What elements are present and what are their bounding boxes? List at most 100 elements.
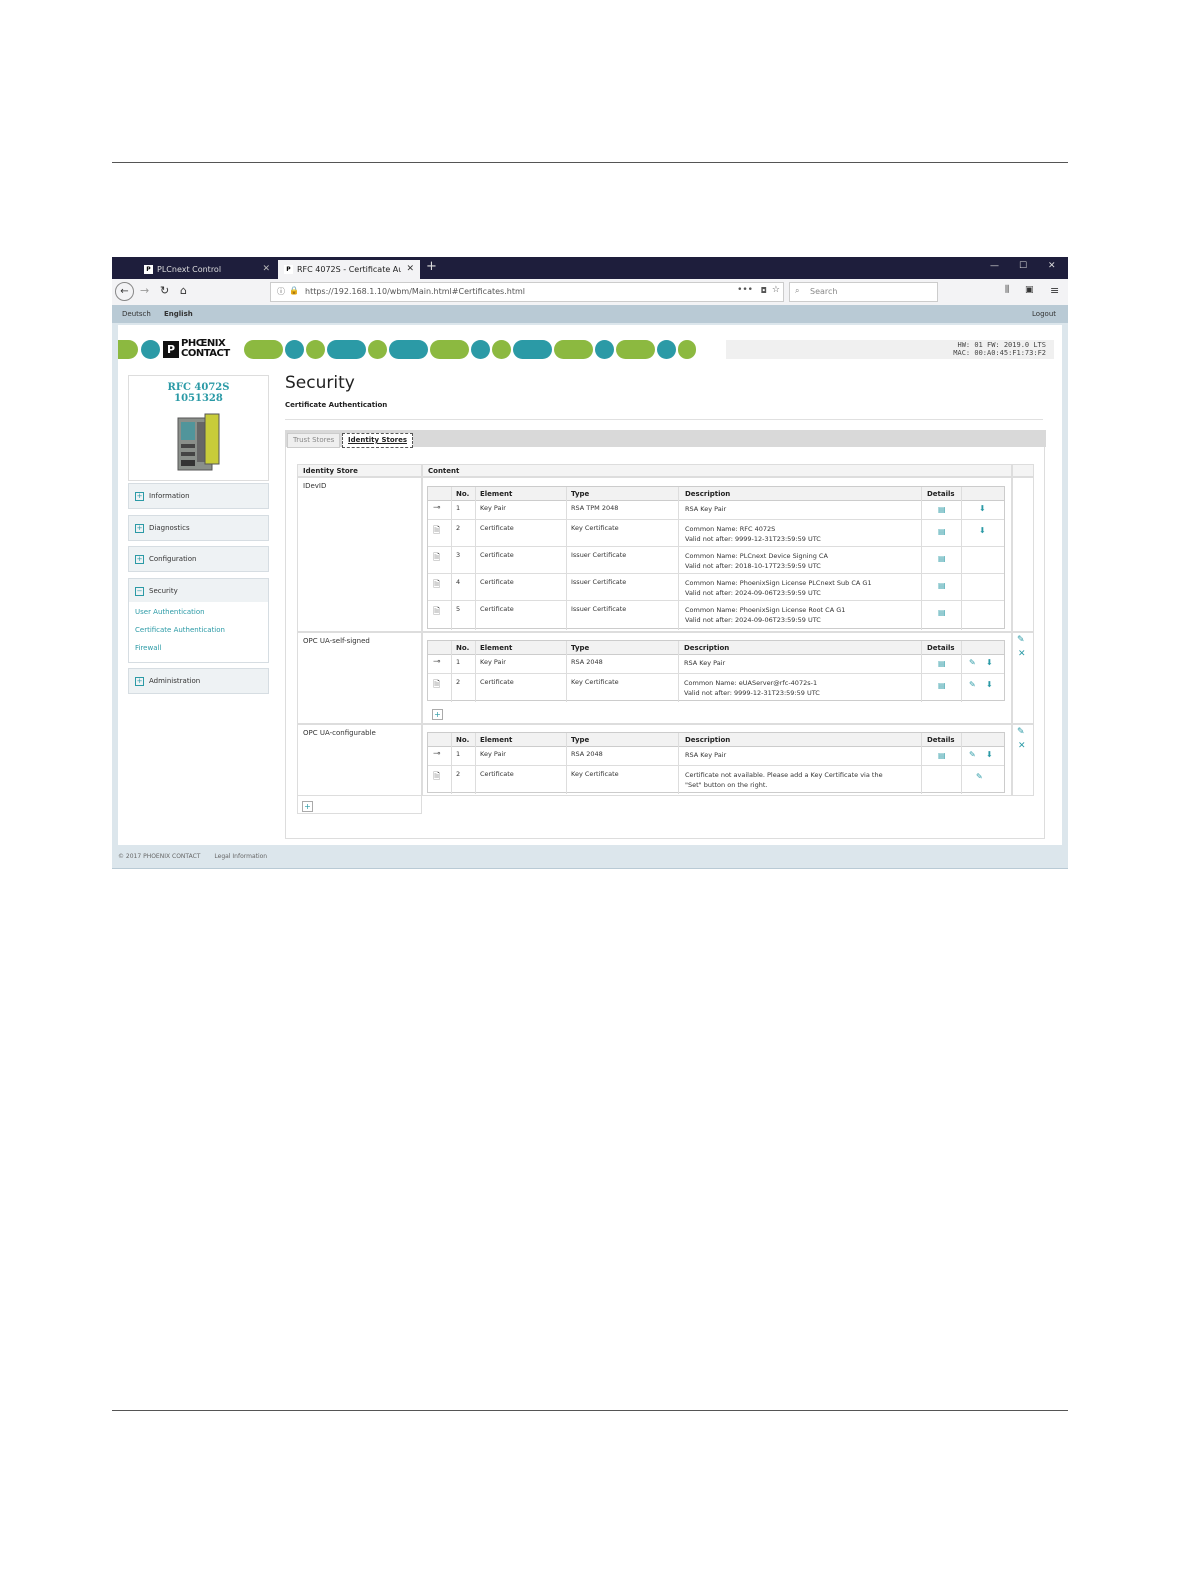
edit-icon[interactable]: ✎ (969, 658, 976, 667)
close-icon[interactable]: ✕ (262, 264, 270, 274)
back-arrow-icon[interactable]: ← (115, 282, 134, 301)
download-icon[interactable]: ⬇ (979, 504, 986, 513)
sidebar-item-information[interactable]: + Information (128, 483, 269, 509)
cell-type: RSA 2048 (571, 658, 603, 666)
cell-element: Certificate (480, 524, 514, 532)
desc-line-1: Common Name: PhoenixSign License Root CA… (685, 606, 846, 614)
details-icon[interactable]: ▤ (938, 608, 946, 617)
add-element-button[interactable]: + (432, 709, 443, 720)
top-rule (112, 162, 1068, 163)
brand-blob (368, 340, 387, 359)
sidebar-item-security[interactable]: − Security (128, 578, 269, 604)
expand-icon[interactable]: + (135, 555, 144, 564)
minimize-icon[interactable]: — (990, 261, 999, 271)
edit-icon[interactable]: ✎ (1017, 727, 1025, 737)
brand-blob (430, 340, 469, 359)
cell-type: Issuer Certificate (571, 605, 627, 613)
browser-tab-label: PLCnext Control (157, 265, 222, 274)
desc-line-1: RSA Key Pair (685, 751, 727, 759)
sidebar-item-diagnostics[interactable]: + Diagnostics (128, 515, 269, 541)
page-actions-icon[interactable]: ••• (737, 285, 753, 295)
home-icon[interactable]: ⌂ (180, 284, 187, 297)
collapse-icon[interactable]: − (135, 587, 144, 596)
pocket-icon[interactable]: ◘ (761, 286, 767, 295)
identity-store-header: Identity Store (297, 464, 422, 477)
details-icon[interactable]: ▤ (938, 681, 946, 690)
page-subtitle: Certificate Authentication (285, 401, 388, 409)
cell-type: RSA TPM 2048 (571, 504, 619, 512)
browser-tab-plcnext[interactable]: P PLCnext Control ✕ (136, 260, 276, 279)
store-name: IDevID (303, 482, 327, 490)
details-icon[interactable]: ▤ (938, 751, 946, 760)
details-icon[interactable]: ▤ (938, 527, 946, 536)
table-row: 🗎 5 Certificate Issuer Certificate Commo… (428, 601, 1004, 628)
hamburger-menu-icon[interactable]: ≡ (1050, 284, 1059, 297)
tab-identity-stores[interactable]: Identity Stores (342, 433, 414, 448)
close-icon[interactable]: ✕ (406, 264, 414, 274)
language-english[interactable]: English (164, 310, 193, 318)
details-icon[interactable]: ▤ (938, 505, 946, 514)
brand-blob (285, 340, 304, 359)
close-window-icon[interactable]: ✕ (1048, 261, 1056, 271)
logout-link[interactable]: Logout (1032, 310, 1056, 318)
library-icon[interactable]: ⫼ (1005, 285, 1009, 295)
favicon-icon: P (144, 265, 153, 274)
url-bar[interactable]: ⓘ 🔒 https://192.168.1.10/wbm/Main.html#C… (270, 282, 784, 302)
edit-icon[interactable]: ✎ (969, 750, 976, 759)
lock-icon[interactable]: 🔒 (289, 286, 299, 295)
delete-icon[interactable]: ✕ (1018, 649, 1026, 659)
copyright-text: © 2017 PHOENIX CONTACT (118, 853, 201, 860)
reload-icon[interactable]: ↻ (160, 284, 169, 297)
brand-blob (513, 340, 552, 359)
new-tab-icon[interactable]: + (426, 259, 437, 274)
expand-icon[interactable]: + (135, 524, 144, 533)
cell-element: Key Pair (480, 750, 506, 758)
desc-line-2: "Set" button on the right. (685, 781, 768, 789)
device-box: RFC 4072S 1051328 (128, 375, 269, 481)
edit-icon[interactable]: ✎ (1017, 635, 1025, 645)
cell-no: 3 (456, 551, 461, 559)
edit-icon[interactable]: ✎ (976, 772, 983, 781)
col-description: Description (684, 644, 730, 652)
submenu-firewall[interactable]: Firewall (135, 644, 161, 652)
submenu-certificate-authentication[interactable]: Certificate Authentication (135, 626, 225, 634)
download-icon[interactable]: ⬇ (979, 526, 986, 535)
info-icon[interactable]: ⓘ (277, 286, 285, 297)
maximize-icon[interactable]: ☐ (1019, 261, 1027, 271)
download-icon[interactable]: ⬇ (986, 750, 993, 759)
tab-trust-stores[interactable]: Trust Stores (287, 433, 341, 448)
language-deutsch[interactable]: Deutsch (122, 310, 151, 318)
col-description: Description (685, 736, 731, 744)
cell-description: RSA Key Pair (685, 750, 726, 760)
sidebar-item-administration[interactable]: + Administration (128, 668, 269, 694)
bookmark-star-icon[interactable]: ☆ (772, 285, 780, 295)
cell-no: 4 (456, 578, 461, 586)
edit-icon[interactable]: ✎ (969, 680, 976, 689)
download-icon[interactable]: ⬇ (986, 658, 993, 667)
store-name: OPC UA-self-signed (303, 637, 370, 645)
browser-window: P PLCnext Control ✕ P RFC 4072S - Certif… (112, 257, 1068, 869)
desc-line-2: Valid not after: 2024-09-06T23:59:59 UTC (685, 589, 821, 597)
content-header: Content (422, 464, 1012, 477)
store-table: No. Element Type Description Details ⊸ 1… (427, 732, 1005, 794)
sidebar-item-configuration[interactable]: + Configuration (128, 546, 269, 572)
submenu-user-authentication[interactable]: User Authentication (135, 608, 205, 616)
cell-no: 1 (456, 504, 461, 512)
details-icon[interactable]: ▤ (938, 581, 946, 590)
browser-tab-certificate[interactable]: P RFC 4072S - Certificate Authen ✕ (278, 260, 420, 279)
search-input[interactable]: ⌕ Search (789, 282, 938, 302)
expand-icon[interactable]: + (135, 677, 144, 686)
forward-arrow-icon[interactable]: → (140, 284, 149, 297)
table-row: 🗎 2 Certificate Key Certificate Common N… (428, 674, 1004, 701)
legal-information-link[interactable]: Legal Information (214, 853, 267, 860)
expand-icon[interactable]: + (135, 492, 144, 501)
desc-line-1: RSA Key Pair (685, 505, 727, 513)
url-text[interactable]: https://192.168.1.10/wbm/Main.html#Certi… (305, 287, 525, 296)
certificate-icon: 🗎 (433, 553, 441, 563)
download-icon[interactable]: ⬇ (986, 680, 993, 689)
hardware-info: HW: 01 FW: 2019.0 LTS MAC: 00:A0:45:F1:7… (726, 340, 1054, 359)
details-icon[interactable]: ▤ (938, 554, 946, 563)
sidebar-toggle-icon[interactable]: ▣ (1025, 285, 1034, 295)
details-icon[interactable]: ▤ (938, 659, 946, 668)
delete-icon[interactable]: ✕ (1018, 741, 1026, 751)
